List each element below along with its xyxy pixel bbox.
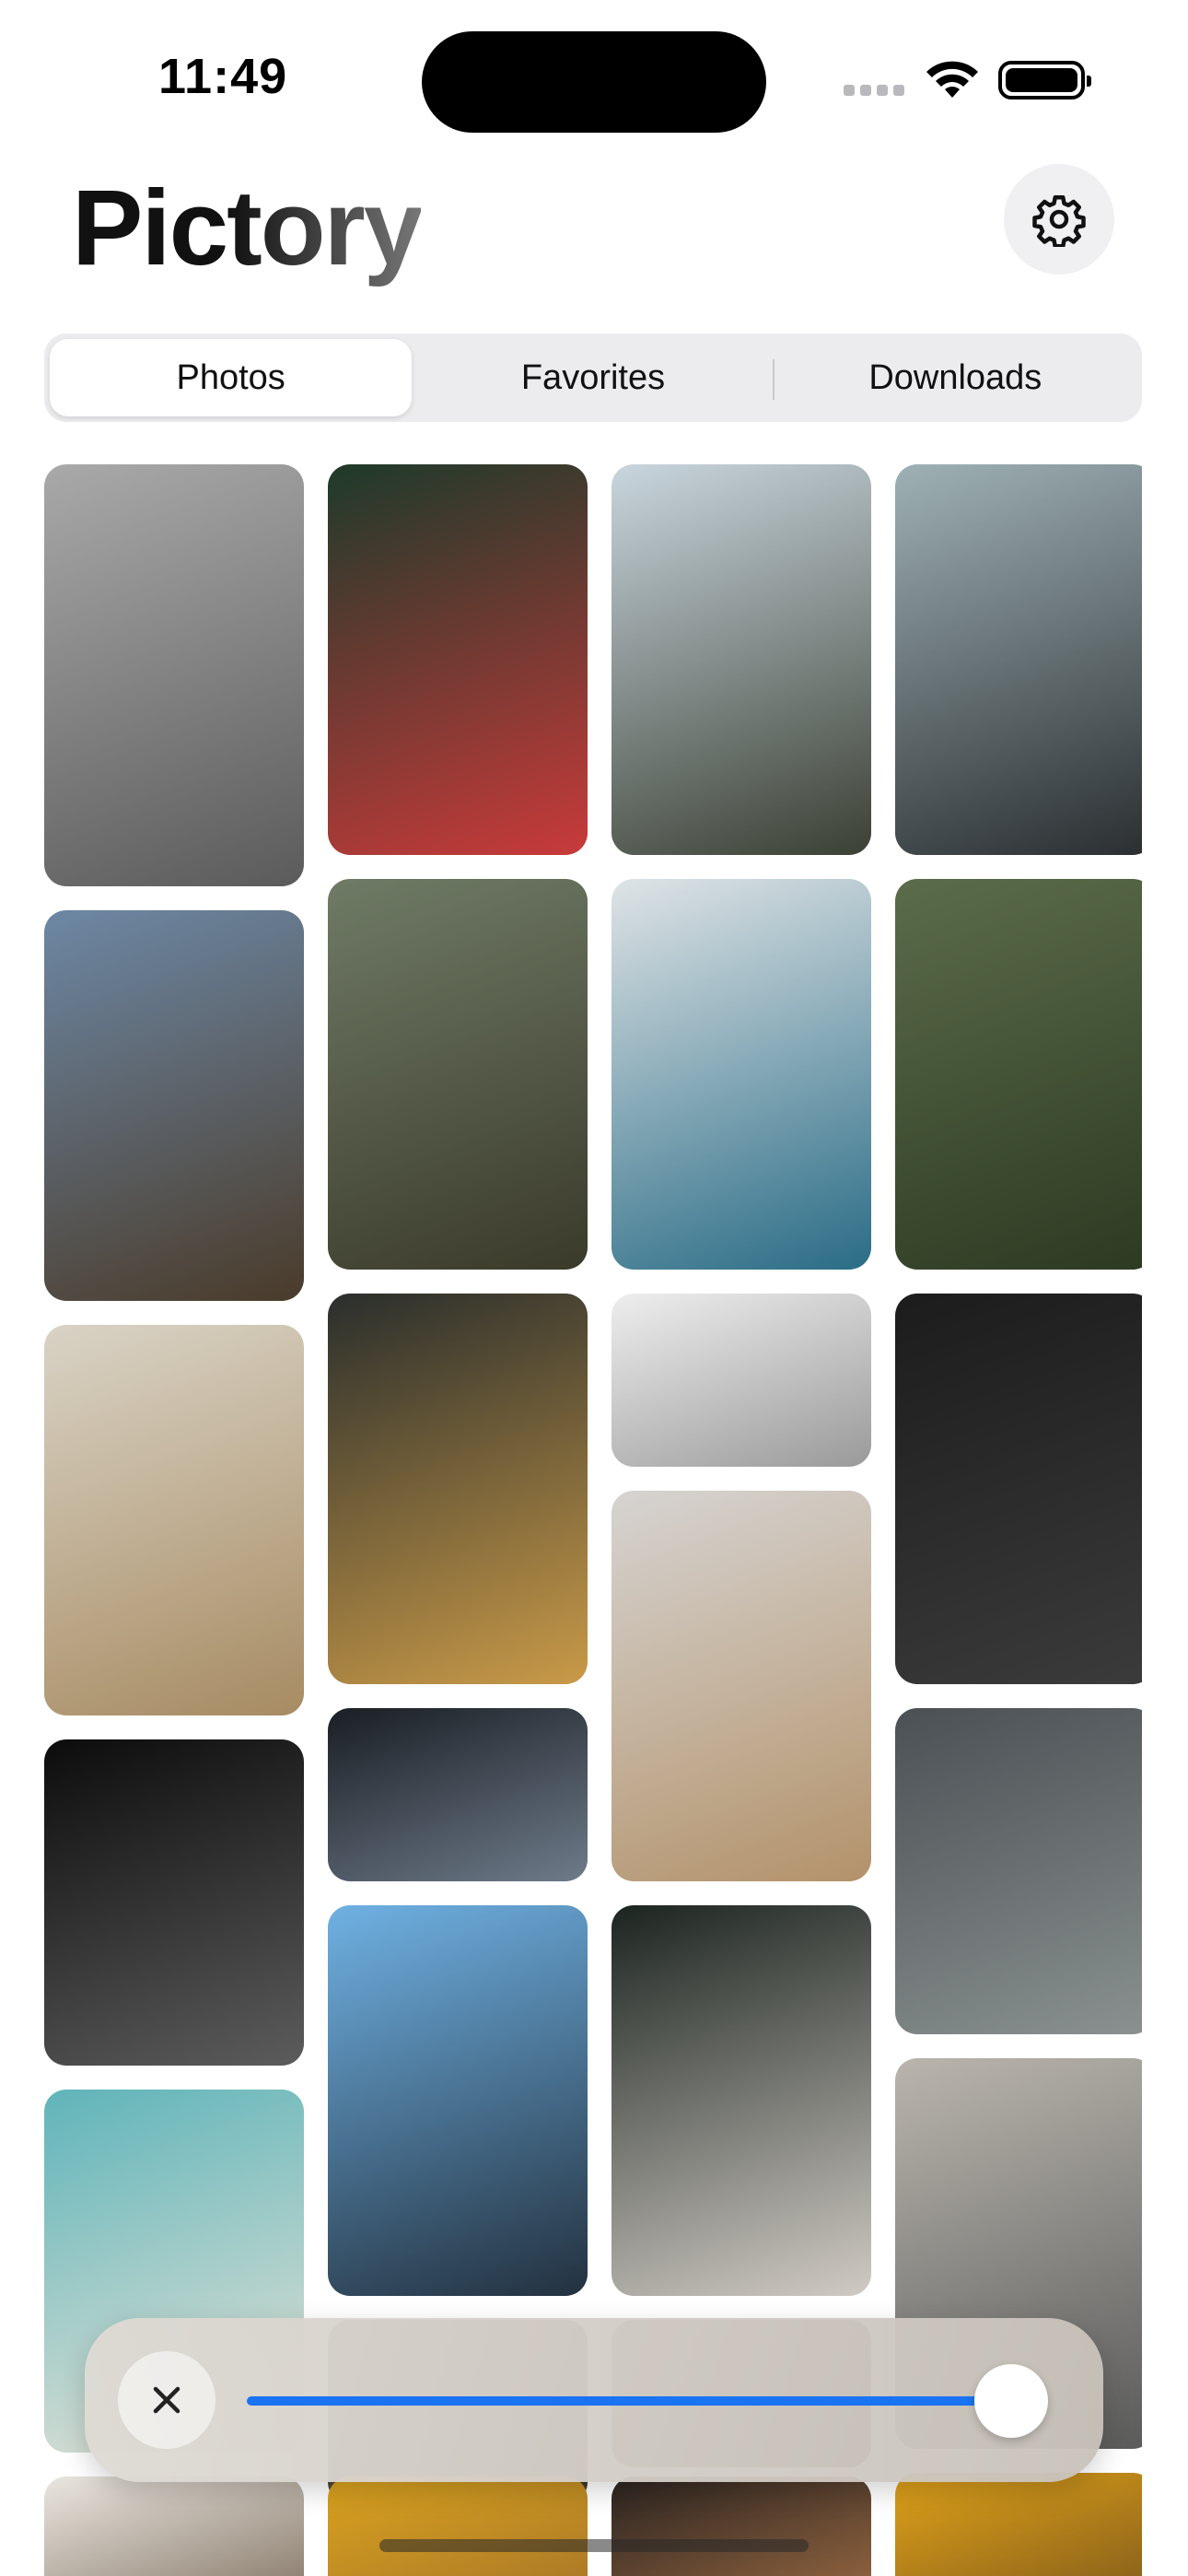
- status-time: 11:49: [158, 49, 288, 104]
- photo-tile-street-buildings[interactable]: [895, 1708, 1142, 2034]
- close-button[interactable]: [118, 2351, 215, 2449]
- photo-tile-woman-profile-bw[interactable]: [895, 1294, 1142, 1684]
- close-icon: [153, 2386, 181, 2414]
- page-title: Pictory: [72, 168, 423, 287]
- battery-icon: [998, 61, 1091, 100]
- home-indicator: [379, 2539, 809, 2552]
- zoom-slider-thumb[interactable]: [974, 2364, 1048, 2438]
- photo-tile-dog-shadow[interactable]: [44, 1739, 304, 2066]
- photo-tile-tram-woman[interactable]: [895, 2473, 1142, 2576]
- photo-tile-escalator-sky[interactable]: [328, 1905, 588, 2296]
- tab-favorites-label: Favorites: [520, 357, 666, 397]
- tab-downloads-label: Downloads: [868, 357, 1042, 397]
- tab-photos-label: Photos: [176, 357, 285, 397]
- photo-tile-advent-calendar-wall[interactable]: [611, 1491, 871, 1881]
- settings-button[interactable]: [1004, 164, 1114, 275]
- zoom-slider-track[interactable]: [247, 2396, 1002, 2406]
- tab-bar: Photos Favorites Downloads: [44, 334, 1142, 422]
- tab-downloads[interactable]: Downloads: [775, 339, 1136, 416]
- zoom-slider-panel: [85, 2318, 1103, 2482]
- photo-tile-man-arch[interactable]: [611, 1905, 871, 2296]
- photo-tile-dancer-red-light[interactable]: [328, 464, 588, 855]
- photo-tile-plane-wreck[interactable]: [895, 464, 1142, 855]
- photo-tile-arches-architecture[interactable]: [44, 464, 304, 886]
- photo-tile-horse-partial[interactable]: [44, 2476, 304, 2576]
- wifi-icon: [926, 61, 978, 98]
- gear-icon: [1032, 195, 1086, 247]
- photo-tile-pantheon-street[interactable]: [44, 910, 304, 1301]
- tab-photos[interactable]: Photos: [50, 339, 413, 416]
- photo-tile-white-roof-people[interactable]: [611, 1294, 871, 1467]
- tab-favorites[interactable]: Favorites: [412, 339, 775, 416]
- photo-grid: [44, 464, 1142, 2576]
- photo-tile-castle-valley[interactable]: [895, 879, 1142, 1270]
- photo-tile-lighthouse-hill[interactable]: [611, 464, 871, 855]
- photo-tile-advent-tags[interactable]: [44, 1325, 304, 1715]
- photo-tile-city-alley-dark[interactable]: [328, 1708, 588, 1881]
- cellular-signal-icon: [844, 85, 904, 96]
- photo-tile-cake-candles[interactable]: [611, 2476, 871, 2576]
- photo-tile-candle-book[interactable]: [328, 1294, 588, 1684]
- photo-tile-treehouse-path[interactable]: [328, 879, 588, 1270]
- dynamic-island: [422, 31, 766, 133]
- photo-tile-woman-yellow[interactable]: [328, 2476, 588, 2576]
- photo-tile-ferry-boat[interactable]: [611, 879, 871, 1270]
